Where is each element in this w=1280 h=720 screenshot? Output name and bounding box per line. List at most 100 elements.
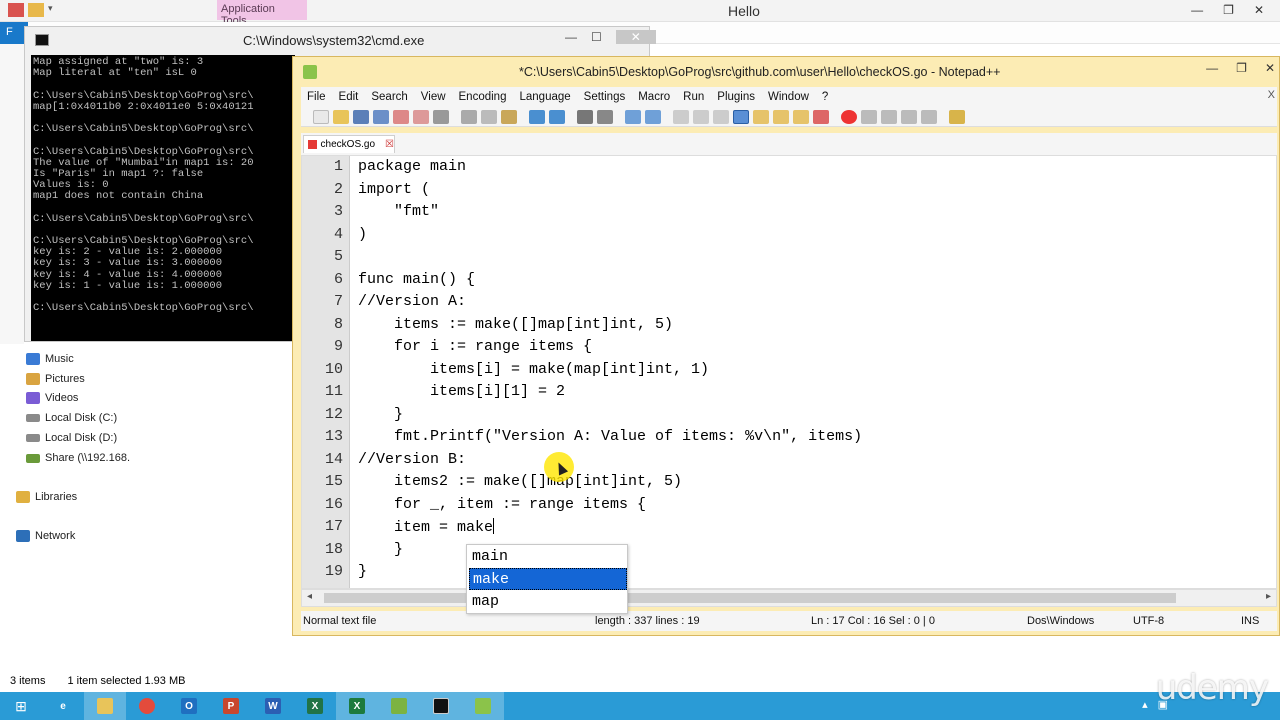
line-number: 8 [333, 315, 343, 333]
nav-item-libraries[interactable]: Libraries [16, 491, 77, 503]
menu-item-file[interactable]: File [307, 91, 326, 103]
taskbar-chrome[interactable] [126, 692, 168, 720]
save-icon[interactable] [353, 109, 369, 124]
close-icon[interactable]: ✕ [1254, 3, 1264, 17]
notepadpp-window[interactable]: *C:\Users\Cabin5\Desktop\GoProg\src\gith… [292, 56, 1280, 636]
taskbar-file-explorer[interactable] [84, 692, 126, 720]
context-tab-application-tools[interactable]: Application Tools [217, 0, 307, 27]
chevron-down-icon[interactable]: ▾ [48, 3, 64, 17]
close-icon[interactable]: ✕ [615, 30, 656, 44]
function-list-icon[interactable] [773, 109, 789, 124]
open-file-icon[interactable] [333, 109, 349, 124]
start-button[interactable]: ⊞ [0, 692, 42, 720]
menu-item-encoding[interactable]: Encoding [459, 91, 507, 103]
eol-format: Dos\Windows [1027, 615, 1095, 627]
taskbar-notepadpp[interactable] [462, 692, 504, 720]
cut-icon[interactable] [461, 109, 477, 124]
taskbar-excel-app[interactable]: X [294, 692, 336, 720]
nav-item-music[interactable]: Music [26, 353, 74, 365]
replace-icon[interactable] [597, 109, 613, 124]
cmd-title-bar[interactable]: C:\Windows\system32\cmd.exe — ☐ ✕ [25, 27, 656, 53]
taskbar-outlook[interactable]: O [168, 692, 210, 720]
redo-icon[interactable] [549, 109, 565, 124]
save-all-icon[interactable] [373, 109, 389, 124]
tab-checkos-go[interactable]: checkOS.go ☒ [303, 135, 395, 153]
taskbar-notepadpp-other[interactable] [378, 692, 420, 720]
npp-title-bar[interactable]: *C:\Users\Cabin5\Desktop\GoProg\src\gith… [293, 57, 1279, 87]
maximize-icon[interactable]: ❐ [1223, 3, 1234, 17]
menu-item-run[interactable]: Run [683, 91, 704, 103]
find-icon[interactable] [577, 109, 593, 124]
maximize-icon[interactable]: ❐ [1236, 61, 1247, 75]
folder-workspace-icon[interactable] [793, 109, 809, 124]
copy-icon[interactable] [481, 109, 497, 124]
sync-scroll-icon[interactable] [673, 109, 689, 124]
nav-item-local-disk-c[interactable]: Local Disk (C:) [26, 412, 117, 424]
menu-item-search[interactable]: Search [371, 91, 407, 103]
taskbar-internet-explorer[interactable]: e [42, 692, 84, 720]
scroll-left-icon[interactable]: ◂ [307, 591, 312, 602]
minimize-icon[interactable]: — [1191, 3, 1203, 17]
line-number-gutter[interactable]: 1 2 3 4 5 6 7 8 9 10 11 12 13 14 15 16 17 18 19 [302, 156, 350, 588]
save-macro-icon[interactable] [921, 109, 937, 124]
close-all-icon[interactable] [413, 109, 429, 124]
maximize-icon[interactable]: ☐ [591, 30, 602, 44]
new-file-icon[interactable] [313, 109, 329, 124]
taskbar-word[interactable]: W [252, 692, 294, 720]
show-all-chars-icon[interactable] [713, 109, 729, 124]
menu-item-window[interactable]: Window [768, 91, 809, 103]
close-tab-icon[interactable]: ☒ [385, 139, 394, 150]
stop-macro-icon[interactable] [861, 109, 877, 124]
item-count: 3 items [10, 675, 46, 687]
console-line: map1 does not contain China [33, 190, 204, 203]
indent-guide-icon[interactable] [733, 109, 749, 124]
play-macro-icon[interactable] [881, 109, 897, 124]
record-macro-icon[interactable] [841, 109, 857, 124]
npp-toolbar [301, 107, 1277, 127]
taskbar-excel[interactable]: X [336, 692, 378, 720]
zoom-out-icon[interactable] [645, 109, 661, 124]
horizontal-scrollbar[interactable]: ◂ ▸ [301, 589, 1277, 607]
run-macro-multiple-icon[interactable] [901, 109, 917, 124]
word-wrap-icon[interactable] [693, 109, 709, 124]
menu-item-plugins[interactable]: Plugins [717, 91, 755, 103]
zoom-in-icon[interactable] [625, 109, 641, 124]
menu-item-edit[interactable]: Edit [339, 91, 359, 103]
scrollbar-thumb[interactable] [324, 593, 1176, 603]
taskbar-cmd[interactable] [420, 692, 462, 720]
print-icon[interactable] [433, 109, 449, 124]
scroll-right-icon[interactable]: ▸ [1266, 591, 1271, 602]
undo-icon[interactable] [529, 109, 545, 124]
autocomplete-item-main[interactable]: main [469, 546, 627, 568]
excel-icon: X [349, 698, 365, 714]
save-icon[interactable] [8, 3, 24, 17]
nav-item-videos[interactable]: Videos [26, 392, 78, 404]
monitoring-icon[interactable] [813, 109, 829, 124]
nav-item-share[interactable]: Share (\\192.168. [26, 452, 130, 464]
taskbar-powerpoint[interactable]: P [210, 692, 252, 720]
nav-item-network[interactable]: Network [16, 530, 75, 542]
menu-item-language[interactable]: Language [519, 91, 570, 103]
menu-item-macro[interactable]: Macro [638, 91, 670, 103]
close-document-icon[interactable]: X [1268, 89, 1275, 101]
nav-item-local-disk-d[interactable]: Local Disk (D:) [26, 432, 117, 444]
autocomplete-item-map[interactable]: map [469, 591, 627, 613]
code-editor[interactable]: 1 2 3 4 5 6 7 8 9 10 11 12 13 14 15 16 17 18 19 package ma… [301, 155, 1277, 589]
minimize-icon[interactable]: — [1206, 61, 1218, 75]
code-line: "fmt" [358, 203, 439, 220]
menu-item-help[interactable]: ? [822, 91, 828, 103]
document-map-icon[interactable] [753, 109, 769, 124]
menu-item-settings[interactable]: Settings [584, 91, 626, 103]
autocomplete-item-make[interactable]: make [469, 568, 627, 590]
nav-item-pictures[interactable]: Pictures [26, 373, 85, 385]
explorer-left-strip [0, 44, 24, 344]
tray-chevron-icon[interactable]: ▴ [1142, 698, 1148, 711]
cmd-console-output[interactable]: Map assigned at "two" is: 3 Map literal a… [31, 55, 295, 341]
launch-icon[interactable] [949, 109, 965, 124]
folder-icon[interactable] [28, 3, 44, 17]
minimize-icon[interactable]: — [565, 30, 577, 44]
menu-item-view[interactable]: View [421, 91, 446, 103]
paste-icon[interactable] [501, 109, 517, 124]
close-file-icon[interactable] [393, 109, 409, 124]
close-icon[interactable]: ✕ [1265, 61, 1275, 75]
